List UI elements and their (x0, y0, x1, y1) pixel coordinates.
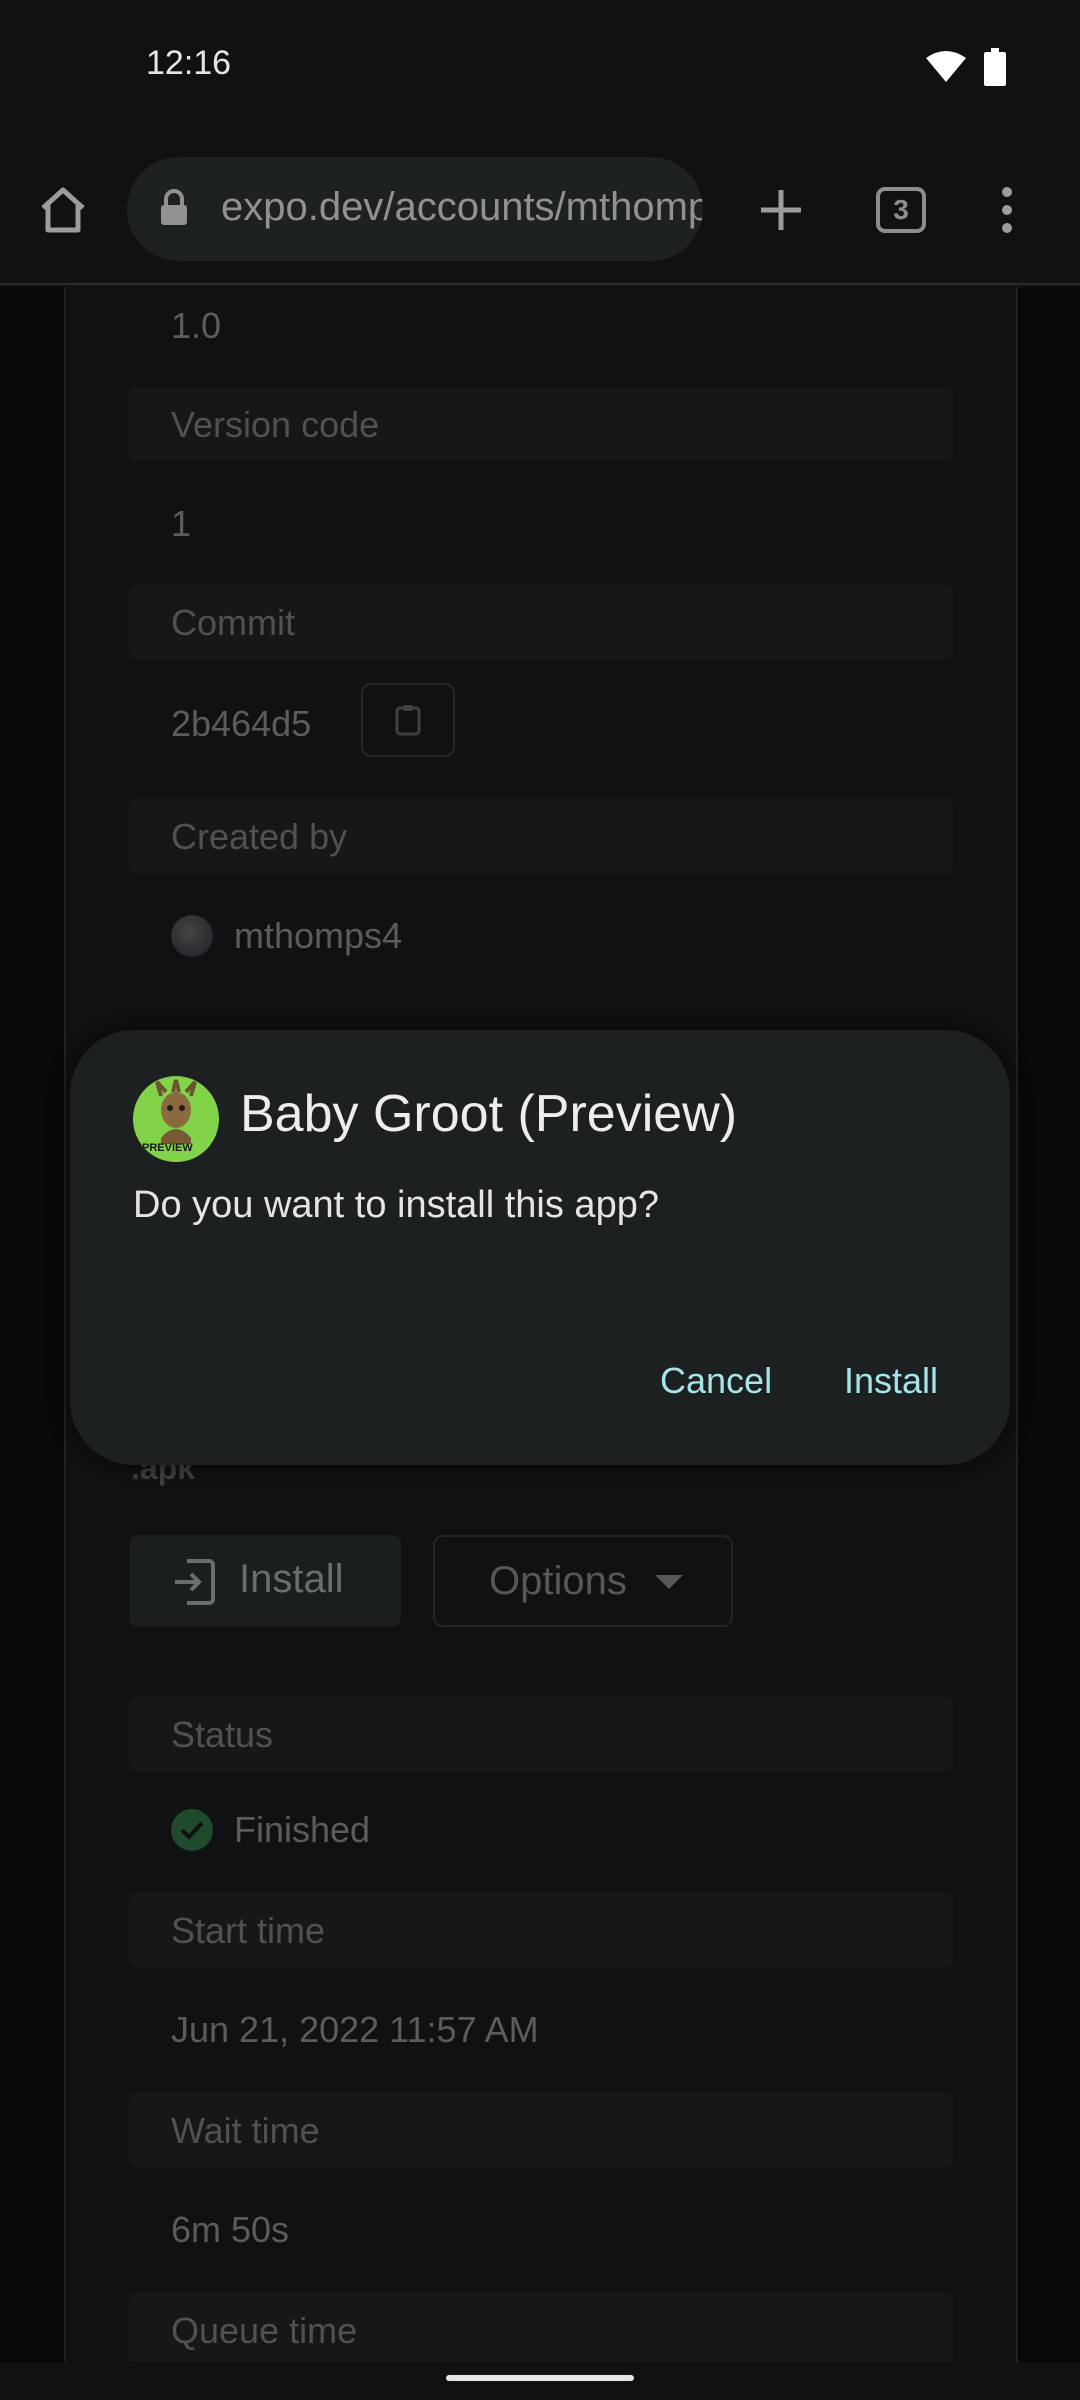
start-time-label: Start time (171, 1910, 326, 1951)
app-icon: PREVIEW (133, 1076, 219, 1162)
dialog-title: Baby Groot (Preview) (240, 1085, 738, 1143)
dialog-message: Do you want to install this app? (133, 1184, 659, 1226)
wifi-icon (926, 50, 966, 89)
install-app-dialog: PREVIEW Baby Groot (Preview) Do you want… (70, 1030, 1010, 1465)
version-value: 1.0 (171, 305, 222, 346)
queue-time-label: Queue time (171, 2310, 358, 2351)
options-dropdown-button[interactable]: Options (433, 1535, 733, 1627)
overflow-menu-button[interactable] (984, 175, 1030, 245)
plus-icon (761, 190, 801, 230)
creator-avatar (171, 915, 213, 957)
home-gesture-handle[interactable] (446, 2375, 634, 2381)
commit-row: Commit (129, 585, 953, 659)
install-build-button[interactable]: Install (129, 1535, 401, 1627)
app-icon-badge: PREVIEW (142, 1142, 193, 1154)
battery-icon (984, 48, 1006, 91)
queue-time-row: Queue time (129, 2293, 953, 2362)
created-by-label: Created by (171, 816, 348, 857)
start-time-row: Start time (129, 1893, 953, 1967)
start-time-value: Jun 21, 2022 11:57 AM (171, 2009, 539, 2050)
chevron-down-icon (655, 1575, 683, 1589)
version-code-value: 1 (171, 503, 192, 544)
creator-username[interactable]: mthomps4 (234, 915, 402, 957)
install-icon (175, 1559, 215, 1605)
version-code-label: Version code (171, 404, 380, 445)
home-button[interactable] (28, 175, 98, 245)
created-by-row: Created by (129, 799, 953, 873)
clipboard-icon (395, 705, 421, 736)
check-circle-icon (171, 1809, 213, 1851)
commit-value: 2b464d5 (171, 703, 312, 744)
status-clock: 12:16 (146, 44, 232, 82)
new-tab-button[interactable] (746, 175, 816, 245)
version-code-row: Version code (129, 387, 953, 461)
lock-icon (159, 189, 189, 232)
more-vert-icon (1002, 187, 1012, 233)
install-button[interactable]: Install (844, 1360, 938, 1402)
commit-label: Commit (171, 602, 295, 643)
home-icon (41, 187, 85, 233)
status-bar: 12:16 (0, 0, 1080, 135)
tab-switcher-button[interactable]: 3 (876, 187, 926, 233)
status-label: Status (171, 1714, 274, 1755)
wait-time-value: 6m 50s (171, 2209, 290, 2250)
install-build-label: Install (239, 1557, 344, 1601)
wait-time-row: Wait time (129, 2093, 953, 2167)
browser-toolbar: expo.dev/accounts/mthompson 3 (0, 135, 1080, 285)
wait-time-label: Wait time (171, 2110, 320, 2151)
navigation-bar (0, 2362, 1080, 2400)
status-row: Status (129, 1697, 953, 1771)
status-value: Finished (234, 1809, 371, 1850)
options-label: Options (489, 1559, 627, 1603)
copy-commit-button[interactable] (361, 683, 455, 757)
cancel-button[interactable]: Cancel (660, 1360, 772, 1402)
url-text: expo.dev/accounts/mthompson (221, 185, 703, 229)
url-bar[interactable]: expo.dev/accounts/mthompson (127, 157, 703, 261)
